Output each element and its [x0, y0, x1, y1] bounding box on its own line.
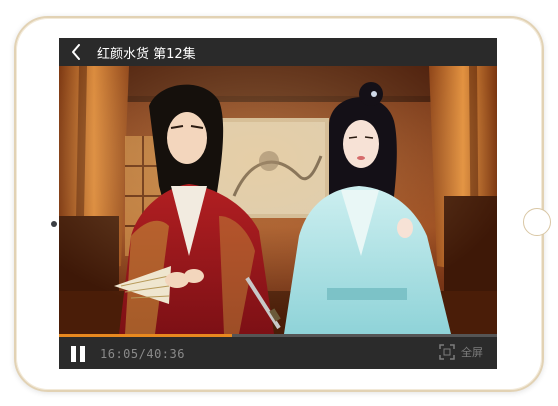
fullscreen-button[interactable]: 全屏: [439, 344, 483, 360]
playback-time: 16:05/40:36: [100, 347, 185, 361]
video-player: 红颜水货 第12集 16:05/40:36 全屏: [59, 38, 497, 369]
fullscreen-icon: [439, 344, 455, 360]
chevron-left-icon[interactable]: [69, 42, 83, 62]
front-camera: [51, 221, 57, 227]
video-frame[interactable]: [59, 66, 497, 334]
progress-fill: [59, 334, 232, 337]
progress-bar[interactable]: [59, 334, 497, 337]
home-button[interactable]: [523, 208, 551, 236]
video-scene-image: [59, 66, 497, 334]
pause-icon[interactable]: [71, 346, 89, 362]
video-title: 红颜水货 第12集: [97, 46, 196, 62]
fullscreen-label: 全屏: [461, 346, 483, 359]
player-topbar: 红颜水货 第12集: [59, 38, 497, 66]
player-controls: 16:05/40:36 全屏: [59, 334, 497, 369]
